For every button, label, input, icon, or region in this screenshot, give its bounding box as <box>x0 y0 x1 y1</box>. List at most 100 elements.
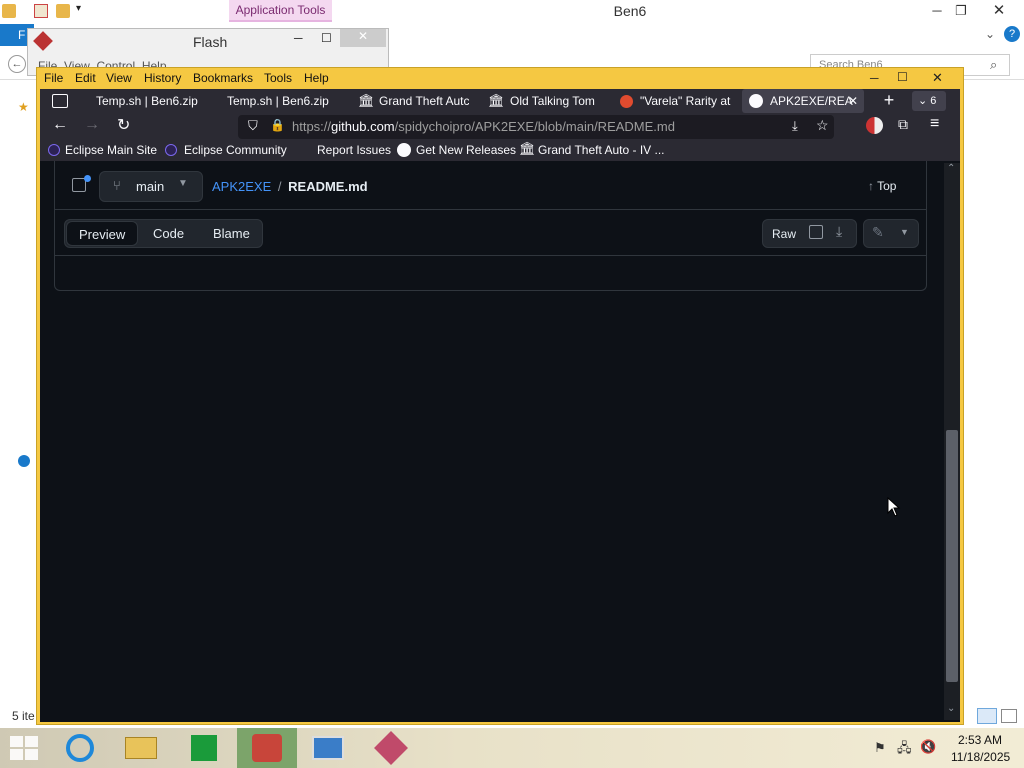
mouse-cursor-icon <box>887 497 901 517</box>
reload-button-icon[interactable]: ↻ <box>117 115 130 135</box>
copy-icon[interactable] <box>809 225 823 239</box>
taskbar-firefox-icon[interactable] <box>237 728 297 768</box>
back-icon[interactable]: ← <box>8 55 26 73</box>
divider <box>55 255 926 256</box>
sidebar-network-icon <box>18 455 30 467</box>
bookmark-get-new-releases[interactable]: Get New Releases <box>416 143 516 157</box>
menu-history[interactable]: History <box>144 71 181 85</box>
scroll-down-icon[interactable]: ⌄ <box>947 703 955 714</box>
volume-muted-icon[interactable]: 🔇 <box>920 739 936 755</box>
bookmark-eclipse-main[interactable]: Eclipse Main Site <box>65 143 157 157</box>
quick-access-dropdown-icon[interactable]: ▾ <box>76 3 81 14</box>
eclipse-icon <box>48 144 60 156</box>
tab-varela[interactable]: "Varela" Rarity at <box>640 89 732 113</box>
forward-button-icon[interactable]: → <box>84 116 100 134</box>
explorer-close-button[interactable]: ✕ <box>984 0 1014 22</box>
menu-file[interactable]: File <box>44 71 63 85</box>
clock-date[interactable]: 11/18/2025 <box>951 750 1010 764</box>
tab-preview[interactable]: Preview <box>66 221 138 246</box>
menu-help[interactable]: Help <box>304 71 329 85</box>
url-text[interactable]: https://github.com/spidychoipro/APK2EXE/… <box>292 119 675 134</box>
breadcrumb-repo-link[interactable]: APK2EXE <box>212 179 271 194</box>
start-windows-icon[interactable] <box>10 736 38 760</box>
new-folder-icon[interactable] <box>56 4 70 18</box>
tab-tempsh-2[interactable]: Temp.sh | Ben6.zip <box>227 89 347 113</box>
firefox-view-icon[interactable] <box>52 94 68 108</box>
breadcrumb: APK2EXE / README.md <box>212 179 368 194</box>
action-center-flag-icon[interactable]: ⚑ <box>874 740 886 756</box>
site-favicon-icon <box>620 95 633 108</box>
branch-selector-button[interactable]: ⑂ main ▼ <box>99 171 203 202</box>
bookmark-eclipse-community[interactable]: Eclipse Community <box>184 143 287 157</box>
tab-gta[interactable]: Grand Theft Autc <box>379 89 469 113</box>
help-icon[interactable]: ? <box>1004 26 1020 42</box>
close-tab-icon[interactable]: ✕ <box>848 89 858 113</box>
tab-talking-tom[interactable]: Old Talking Tom <box>510 89 610 113</box>
tracking-shield-icon[interactable]: ⛉ <box>248 118 258 134</box>
tab-apk2exe-active[interactable]: APK2EXE/REA ✕ <box>742 89 864 113</box>
view-segmented-control: Preview Code Blame <box>64 219 263 248</box>
properties-icon[interactable] <box>34 4 48 18</box>
taskbar-store-icon[interactable] <box>174 728 234 768</box>
firefox-tab-bar: Temp.sh | Ben6.zip Temp.sh | Ben6.zip 🏛 … <box>40 89 960 113</box>
more-options-chevron-icon[interactable]: ▼ <box>900 227 909 237</box>
application-tools-tab[interactable]: Application Tools <box>229 0 332 22</box>
tab-code[interactable]: Code <box>153 226 184 241</box>
lock-icon[interactable]: 🔒 <box>270 118 285 132</box>
save-to-pocket-icon[interactable]: ⤓ <box>792 118 798 134</box>
new-tab-button[interactable]: + <box>876 89 902 113</box>
network-icon[interactable]: 🖧 <box>897 739 912 761</box>
branch-name: main <box>136 179 165 194</box>
explorer-maximize-button[interactable]: ❐ <box>946 0 976 22</box>
url-bar[interactable]: ⛉ 🔒 https://github.com/spidychoipro/APK2… <box>238 115 834 139</box>
scrollbar-thumb[interactable] <box>946 430 958 682</box>
flash-minimize-button[interactable]: ─ <box>294 31 303 45</box>
scroll-up-icon[interactable]: ⌃ <box>947 163 955 174</box>
menu-edit[interactable]: Edit <box>75 71 96 85</box>
folder-icon[interactable] <box>2 4 16 18</box>
museum-icon: 🏛 <box>358 93 375 108</box>
bookmark-gta-iv[interactable]: Grand Theft Auto - IV ... <box>538 143 665 157</box>
top-button-label: Top <box>877 179 897 193</box>
flash-app-icon <box>33 31 53 51</box>
menu-view[interactable]: View <box>106 71 132 85</box>
details-view-icon[interactable] <box>977 708 997 724</box>
taskbar-photos-icon[interactable] <box>298 728 358 768</box>
tab-blame[interactable]: Blame <box>213 226 250 241</box>
edit-pencil-icon[interactable]: ✎ <box>872 224 884 241</box>
download-icon[interactable]: ⤓ <box>836 223 842 240</box>
taskbar-file-explorer-icon[interactable] <box>111 728 171 768</box>
taskbar-internet-explorer-icon[interactable] <box>50 728 110 768</box>
large-icons-view-icon[interactable] <box>1001 709 1017 723</box>
firefox-close-button[interactable]: ✕ <box>932 70 943 86</box>
back-button-icon[interactable]: ← <box>52 116 68 134</box>
menu-hamburger-icon[interactable]: ≡ <box>930 115 939 133</box>
flash-title: Flash <box>193 34 228 50</box>
clock-time[interactable]: 2:53 AM <box>958 733 1002 747</box>
bookmark-report-issues[interactable]: Report Issues <box>317 143 391 157</box>
search-icon[interactable]: ⌕ <box>990 57 997 73</box>
ribbon-collapse-icon[interactable]: ⌄ <box>985 27 995 41</box>
firefox-maximize-button[interactable]: ☐ <box>897 70 908 84</box>
account-icon[interactable] <box>866 117 883 134</box>
raw-button[interactable]: Raw <box>772 227 796 241</box>
explorer-titlebar: ▾ <box>0 0 1024 24</box>
tab-apk2exe-label: APK2EXE/REA <box>770 94 853 108</box>
menu-tools[interactable]: Tools <box>264 71 292 85</box>
firefox-minimize-button[interactable]: ─ <box>870 71 879 85</box>
sidebar-star-icon: ★ <box>18 100 29 114</box>
museum-icon: 🏛 <box>519 141 536 156</box>
divider <box>55 209 926 210</box>
menu-bookmarks[interactable]: Bookmarks <box>193 71 253 85</box>
extensions-icon[interactable]: ⧉ <box>898 116 908 133</box>
flash-maximize-button[interactable]: ☐ <box>321 31 332 45</box>
bookmark-star-icon[interactable]: ☆ <box>816 117 829 134</box>
list-all-tabs-button[interactable]: ⌄ 6 <box>912 91 946 111</box>
tab-tempsh-1[interactable]: Temp.sh | Ben6.zip <box>96 89 216 113</box>
branch-icon: ⑂ <box>113 178 121 193</box>
flash-close-button[interactable]: ✕ <box>340 29 386 47</box>
firefox-menubar: File Edit View History Bookmarks Tools H… <box>40 69 960 89</box>
top-button[interactable]: ↑ Top <box>868 179 896 193</box>
arrow-up-icon: ↑ <box>868 179 874 193</box>
taskbar-flash-icon[interactable] <box>361 728 421 768</box>
